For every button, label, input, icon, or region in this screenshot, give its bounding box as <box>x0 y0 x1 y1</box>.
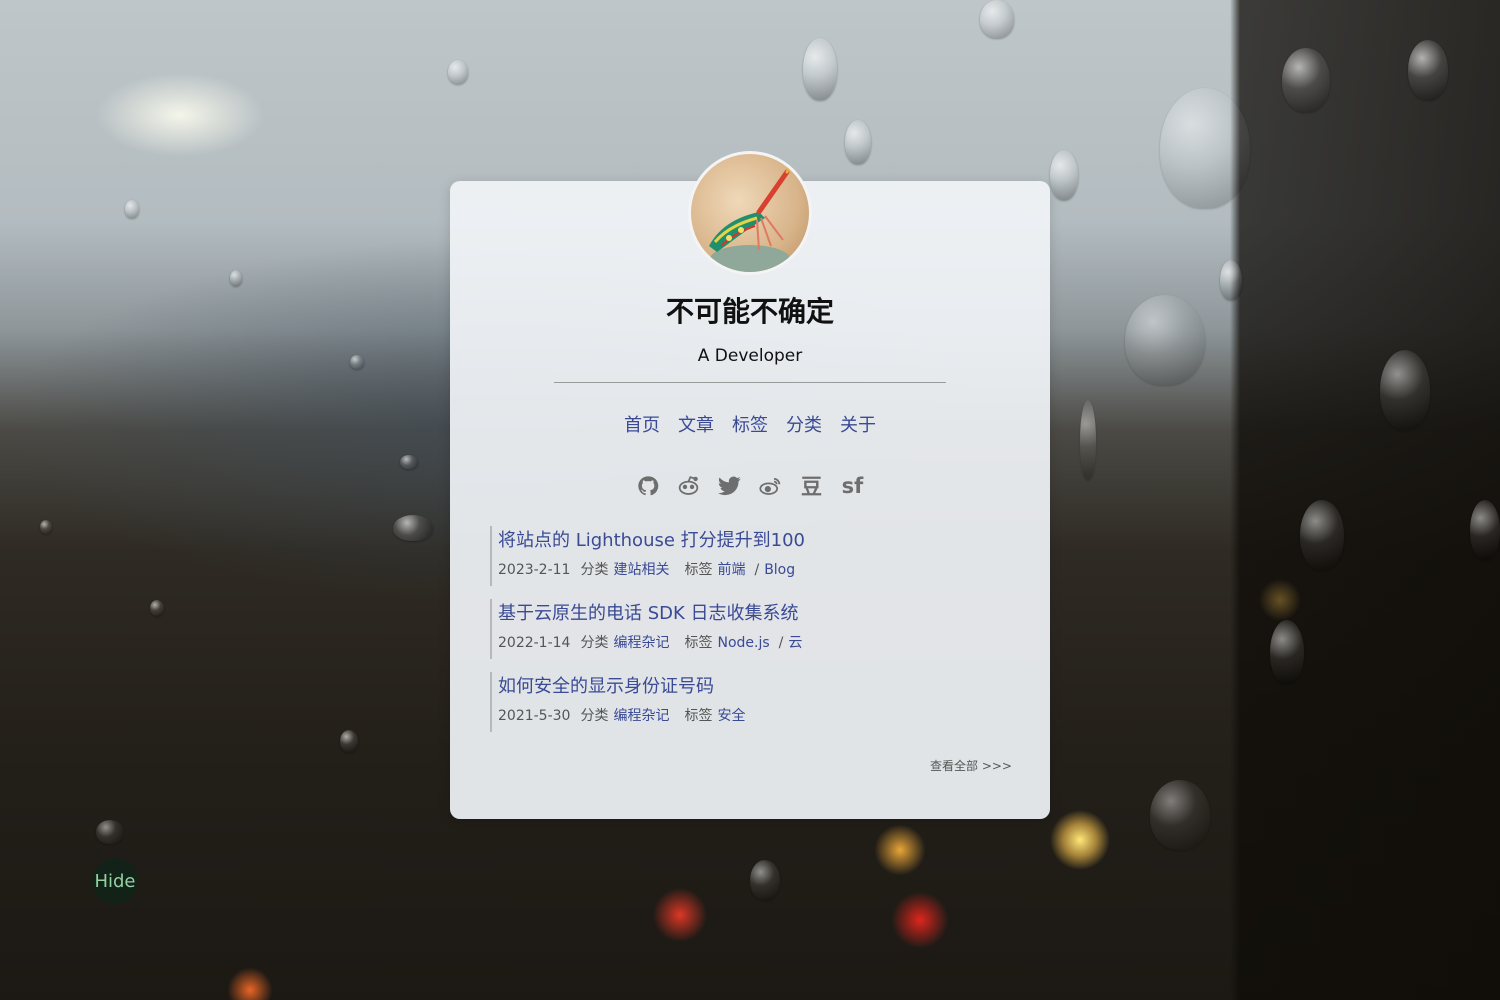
post-category-link[interactable]: 编程杂记 <box>613 708 669 724</box>
avatar[interactable] <box>688 151 812 275</box>
post-meta: 2021-5-30 分类 编程杂记 标签 安全 <box>498 702 1010 730</box>
post-tag-link[interactable]: 云 <box>788 635 802 651</box>
nav-categories[interactable]: 分类 <box>786 415 822 436</box>
post-tag-link[interactable]: 安全 <box>717 708 745 724</box>
view-all-link[interactable]: 查看全部 >>> <box>930 757 1012 774</box>
tag-label: 标签 <box>684 562 713 578</box>
post-category-link[interactable]: 建站相关 <box>613 562 669 578</box>
post-item: 基于云原生的电话 SDK 日志收集系统 2022-1-14 分类 编程杂记 标签 Nod… <box>490 599 1010 659</box>
social-links: 豆 sf <box>450 473 1050 499</box>
category-label: 分类 <box>580 708 609 724</box>
hide-button[interactable]: Hide <box>92 858 138 904</box>
main-nav: 首页 文章 标签 分类 关于 <box>450 411 1050 437</box>
segmentfault-icon[interactable]: sf <box>841 473 864 499</box>
tag-label: 标签 <box>684 635 713 651</box>
post-title[interactable]: 将站点的 Lighthouse 打分提升到100 <box>498 526 1010 556</box>
post-date: 2022-1-14 <box>498 635 571 651</box>
category-label: 分类 <box>580 635 609 651</box>
reddit-icon[interactable] <box>677 473 700 499</box>
post-category-link[interactable]: 编程杂记 <box>613 635 669 651</box>
site-subtitle: A Developer <box>697 346 803 366</box>
nav-articles[interactable]: 文章 <box>678 415 714 436</box>
twitter-icon[interactable] <box>718 473 741 499</box>
category-label: 分类 <box>580 562 609 578</box>
post-item: 如何安全的显示身份证号码 2021-5-30 分类 编程杂记 标签 安全 <box>490 672 1010 732</box>
nav-home[interactable]: 首页 <box>624 415 660 436</box>
tag-separator: / <box>778 635 784 651</box>
post-date: 2021-5-30 <box>498 708 571 724</box>
post-meta: 2023-2-11 分类 建站相关 标签 前端 / Blog <box>498 556 1010 584</box>
tag-separator: / <box>754 562 760 578</box>
post-tag-link[interactable]: Blog <box>764 562 795 578</box>
divider <box>554 382 946 383</box>
tag-label: 标签 <box>684 708 713 724</box>
post-meta: 2022-1-14 分类 编程杂记 标签 Node.js / 云 <box>498 629 1010 657</box>
post-tag-link[interactable]: Node.js <box>717 635 769 651</box>
weibo-icon[interactable] <box>759 473 782 499</box>
nav-tags[interactable]: 标签 <box>732 415 768 436</box>
douban-icon[interactable]: 豆 <box>800 473 823 499</box>
github-icon[interactable] <box>636 473 659 499</box>
recent-posts: 将站点的 Lighthouse 打分提升到100 2023-2-11 分类 建站相关… <box>490 526 1010 745</box>
post-title[interactable]: 如何安全的显示身份证号码 <box>498 672 1010 702</box>
site-title: 不可能不确定 <box>665 295 834 328</box>
lanternfly-avatar-image <box>709 164 793 272</box>
post-date: 2023-2-11 <box>498 562 571 578</box>
post-title[interactable]: 基于云原生的电话 SDK 日志收集系统 <box>498 599 1010 629</box>
post-item: 将站点的 Lighthouse 打分提升到100 2023-2-11 分类 建站相关… <box>490 526 1010 586</box>
post-tag-link[interactable]: 前端 <box>717 562 745 578</box>
nav-about[interactable]: 关于 <box>840 415 876 436</box>
